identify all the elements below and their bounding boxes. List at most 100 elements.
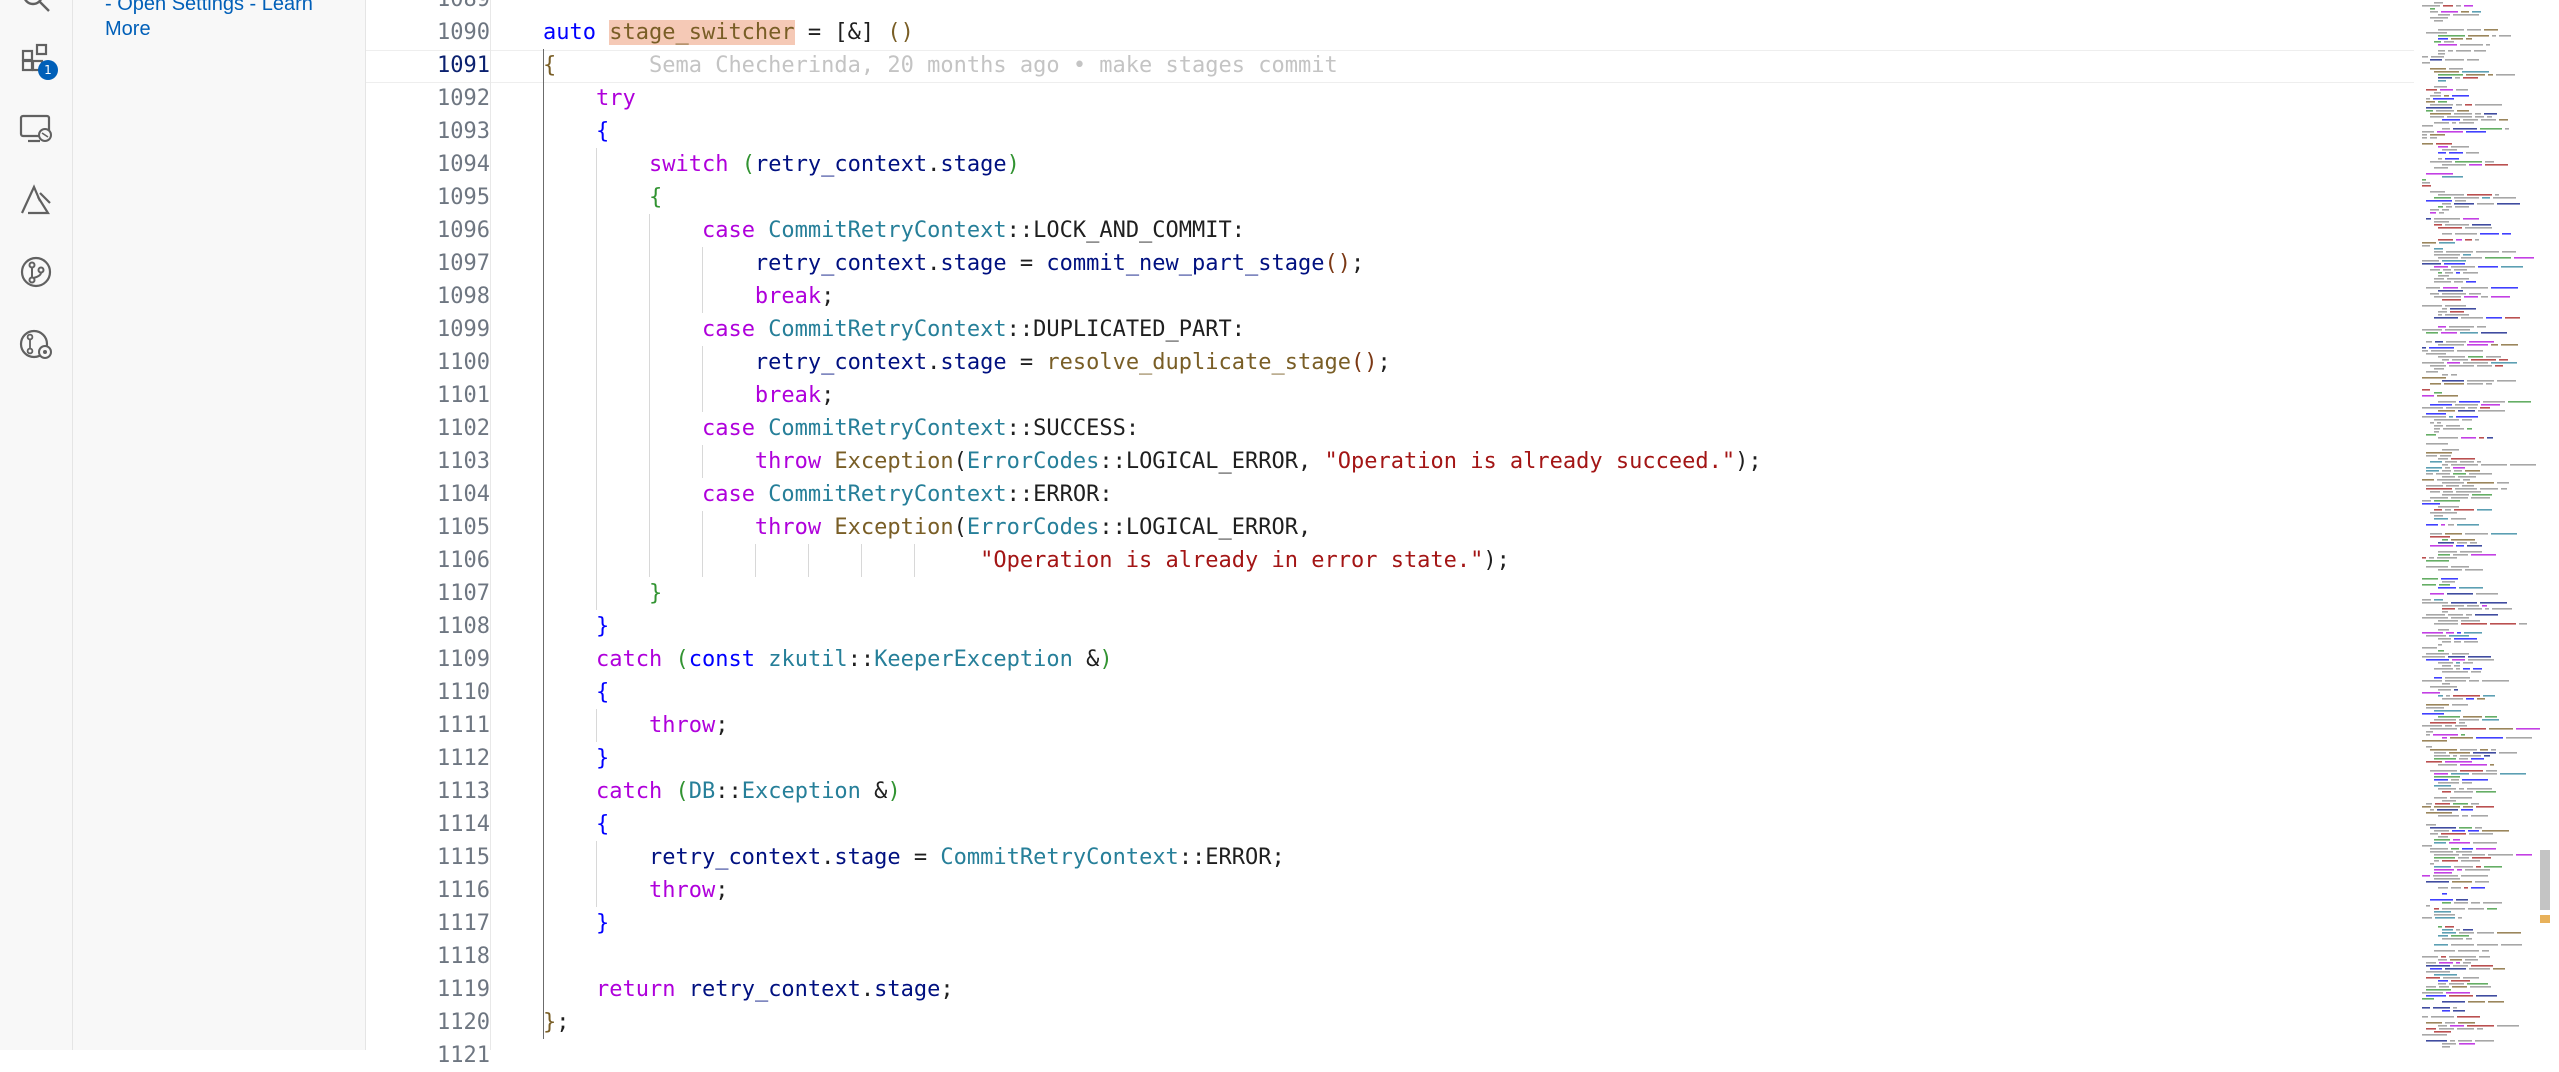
minimap-line [2459,1043,2475,1045]
minimap-line [2422,260,2439,262]
minimap-line [2471,902,2480,904]
code-token: ; [715,713,729,738]
minimap-line [2422,143,2433,145]
code-area[interactable]: auto stage_switcher = [&] (){ Sema Chech… [490,0,2411,1050]
minimap-line [2492,35,2496,37]
minimap-line [2426,560,2449,562]
minimap-line [2465,959,2478,961]
minimap-line [2490,764,2494,766]
minimap-line [2454,197,2479,199]
code-token: :: [715,779,742,804]
code-token: CommitRetryContext [768,482,1007,507]
minimap-line [2461,11,2469,13]
minimap-change-marker [2540,915,2550,923]
minimap-line [2459,788,2464,790]
minimap-line [2470,542,2477,544]
minimap-line [2449,68,2463,70]
minimap-line [2436,110,2454,112]
minimap-line [2426,824,2436,826]
minimap-line [2483,401,2505,403]
code-line: retry_context.stage = CommitRetryContext… [543,841,1285,874]
minimap-line [2434,122,2449,124]
minimap-line [2438,35,2465,37]
minimap-line [2434,296,2461,298]
minimap-line [2422,992,2443,994]
minimap-line [2453,128,2477,130]
minimap-line [2481,296,2488,298]
line-number: 1117 [437,911,490,936]
minimap-line [2500,773,2526,775]
code-token: = [900,845,941,870]
extensions-icon[interactable]: 1 [16,38,58,80]
search-icon[interactable] [16,0,56,18]
source-control-icon[interactable] [16,252,56,292]
code-token: throw [754,449,822,474]
minimap-line [2438,80,2446,82]
minimap[interactable] [2414,0,2544,1050]
minimap-line [2446,425,2460,427]
minimap-line [2442,611,2448,613]
minimap-line [2438,44,2457,46]
minimap-line [2434,839,2450,841]
minimap-line [2434,167,2448,169]
minimap-line [2449,152,2463,154]
code-line: try [543,82,636,115]
minimap-line [2430,848,2448,850]
minimap-line [2458,476,2476,478]
minimap-line [2467,383,2483,385]
minimap-line [2454,281,2463,283]
line-number: 1091 [437,53,490,78]
minimap-line [2445,59,2464,61]
minimap-line [2426,452,2452,454]
line-number: 1107 [437,581,490,606]
minimap-line [2460,551,2482,553]
minimap-line [2505,317,2520,319]
minimap-scroll-thumb[interactable] [2540,850,2550,910]
minimap-line [2434,950,2455,952]
minimap-line [2422,329,2442,331]
code-line: case CommitRetryContext::SUCCESS: [543,412,1139,445]
minimap-line [2426,734,2430,736]
minimap-line [2454,269,2467,271]
code-editor[interactable]: 1089 1090 1091 1092 1093 1094 1095 1096 1097 1098… [366,0,2559,1068]
minimap-line [2439,986,2449,988]
minimap-line [2426,107,2452,109]
minimap-line [2445,677,2470,679]
minimap-line [2501,488,2507,490]
minimap-line [2453,1007,2457,1009]
minimap-line [2445,461,2457,463]
minimap-line [2445,680,2466,682]
line-number: 1103 [437,449,490,474]
line-number: 1096 [437,218,490,243]
git-graph-icon[interactable] [16,324,56,364]
minimap-line [2443,428,2464,430]
minimap-line [2499,752,2517,754]
minimap-line [2422,245,2430,247]
minimap-line [2434,623,2458,625]
minimap-line [2438,980,2448,982]
code-token: ; [940,977,954,1002]
minimap-line [2485,608,2489,610]
minimap-line [2461,620,2480,622]
minimap-line [2442,860,2458,862]
minimap-line [2458,608,2482,610]
learn-more-link[interactable]: More [105,15,151,43]
minimap-line [2442,683,2450,685]
code-token: } [595,746,610,771]
code-line: { [543,115,609,148]
remote-explorer-icon[interactable] [16,108,56,148]
minimap-line [2434,500,2460,502]
minimap-line [2434,806,2460,808]
minimap-line [2475,113,2481,115]
minimap-line [2455,200,2466,202]
minimap-line [2463,668,2470,670]
minimap-line [2482,680,2509,682]
minimap-line [2422,680,2442,682]
minimap-line [2452,122,2456,124]
activity-bar: 1 [0,0,73,1050]
minimap-line [2491,287,2518,289]
accounts-icon[interactable] [16,180,56,220]
minimap-line [2430,104,2453,106]
